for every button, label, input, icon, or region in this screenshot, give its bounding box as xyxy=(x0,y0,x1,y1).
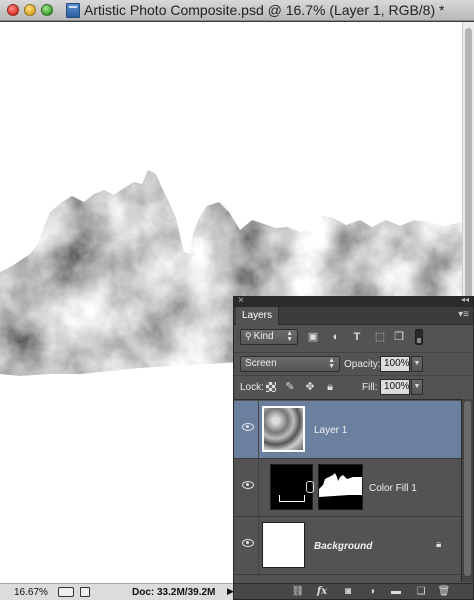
layers-scroll-thumb[interactable] xyxy=(464,401,471,576)
layers-panel-footer: ⛓ fx ◙ ◑ ▬ ❏ 🗑︎ xyxy=(234,583,473,599)
blend-mode-select[interactable]: Screen ▲ ▼ xyxy=(240,356,340,372)
panel-close-icon[interactable]: × xyxy=(238,295,244,306)
filter-type-layers-icon[interactable]: T xyxy=(350,330,364,344)
lock-label: Lock: xyxy=(240,382,264,393)
layer-name[interactable]: Background xyxy=(314,541,372,552)
zoom-window-button[interactable] xyxy=(41,4,53,16)
psd-document-icon xyxy=(66,3,80,18)
search-icon: ⚲ xyxy=(245,331,252,341)
lock-icon: 🔒︎ xyxy=(436,539,442,550)
close-window-button[interactable] xyxy=(7,4,19,16)
row-divider xyxy=(258,517,259,574)
layer-style-fx-icon[interactable]: fx xyxy=(315,585,329,599)
new-group-folder-icon[interactable]: ▬ xyxy=(389,585,403,599)
add-mask-icon[interactable]: ◙ xyxy=(341,585,355,599)
visibility-eye-icon[interactable] xyxy=(242,539,254,547)
lock-image-pixels-icon[interactable]: ✎ xyxy=(283,380,297,394)
filter-kind-select[interactable]: ⚲ Kind ▲ ▼ xyxy=(240,329,298,345)
lock-transparent-pixels-icon[interactable] xyxy=(266,382,276,392)
tab-layers[interactable]: Layers xyxy=(236,307,280,325)
link-layers-icon[interactable]: ⛓ xyxy=(291,585,305,599)
panel-collapse-icon[interactable]: ◂◂ xyxy=(461,295,469,304)
filter-pixel-layers-icon[interactable]: ▣ xyxy=(306,330,320,344)
mask-link-icon[interactable] xyxy=(306,481,314,493)
layer-filter-row: ⚲ Kind ▲ ▼ ▣ ◐ T ⬚ ❐ xyxy=(234,327,473,349)
panel-header-strip: × ◂◂ xyxy=(234,295,473,307)
row-divider xyxy=(258,401,259,458)
lock-all-icon[interactable]: 🔒︎ xyxy=(323,380,337,394)
layer-mask-thumbnail[interactable] xyxy=(318,464,363,510)
vertical-scroll-thumb[interactable] xyxy=(465,28,472,298)
window-title: Artistic Photo Composite.psd @ 16.7% (La… xyxy=(84,2,445,18)
filter-shape-layers-icon[interactable]: ⬚ xyxy=(373,330,387,344)
fill-label: Fill: xyxy=(362,382,378,393)
layer-list: Layer 1 Color Fill 1 Background 🔒︎ xyxy=(234,399,461,582)
new-adjustment-layer-icon[interactable]: ◑ xyxy=(365,585,379,599)
layer-row[interactable]: Layer 1 xyxy=(234,401,461,459)
opacity-dropdown-icon[interactable]: ▼ xyxy=(411,356,423,372)
delete-layer-trash-icon[interactable]: 🗑︎ xyxy=(437,585,451,599)
select-arrows-icon: ▲ ▼ xyxy=(328,357,335,370)
fill-dropdown-icon[interactable]: ▼ xyxy=(411,379,423,395)
layer-name[interactable]: Layer 1 xyxy=(314,425,347,436)
photoshop-window: Artistic Photo Composite.psd @ 16.7% (La… xyxy=(0,0,474,600)
mask-silhouette xyxy=(319,473,362,497)
fill-input[interactable]: 100% xyxy=(380,379,410,395)
visibility-eye-icon[interactable] xyxy=(242,481,254,489)
layer-row[interactable]: Color Fill 1 xyxy=(234,459,461,517)
zoom-level[interactable]: 16.67% xyxy=(14,587,48,598)
document-size: Doc: 33.2M/39.2M xyxy=(132,587,216,598)
panel-tab-bar: Layers ▾≡ xyxy=(234,307,473,325)
lock-row: Lock: ✎ ✥ 🔒︎ Fill: 100% ▼ xyxy=(234,375,473,397)
blend-row: Screen ▲ ▼ Opacity: 100% ▼ xyxy=(234,352,473,374)
filter-kind-label: Kind xyxy=(253,331,274,342)
share-icon[interactable] xyxy=(80,587,90,597)
layer-thumbnail[interactable] xyxy=(262,406,305,452)
row-divider xyxy=(258,459,259,516)
select-arrows-icon: ▲ ▼ xyxy=(286,330,293,343)
opacity-input[interactable]: 100% xyxy=(380,356,410,372)
new-layer-icon[interactable]: ❏ xyxy=(414,585,428,599)
background-thumbnail[interactable] xyxy=(262,522,305,568)
layer-name[interactable]: Color Fill 1 xyxy=(369,483,417,494)
panel-menu-icon[interactable]: ▾≡ xyxy=(458,309,469,320)
layer-row[interactable]: Background 🔒︎ xyxy=(234,517,461,575)
filter-toggle-switch[interactable] xyxy=(415,329,423,345)
layers-scrollbar[interactable] xyxy=(461,399,473,582)
lock-position-icon[interactable]: ✥ xyxy=(303,380,317,394)
timeline-icon[interactable] xyxy=(58,587,74,597)
blend-mode-value: Screen xyxy=(245,358,277,369)
minimize-window-button[interactable] xyxy=(24,4,36,16)
opacity-label: Opacity: xyxy=(344,359,381,370)
filter-adjustment-layers-icon[interactable]: ◐ xyxy=(329,330,343,344)
title-bar: Artistic Photo Composite.psd @ 16.7% (La… xyxy=(0,0,474,21)
visibility-eye-icon[interactable] xyxy=(242,423,254,431)
filter-smart-objects-icon[interactable]: ❐ xyxy=(392,330,406,344)
layers-panel: × ◂◂ Layers ▾≡ ⚲ Kind ▲ ▼ ▣ ◐ T ⬚ ❐ Screen… xyxy=(233,295,474,600)
